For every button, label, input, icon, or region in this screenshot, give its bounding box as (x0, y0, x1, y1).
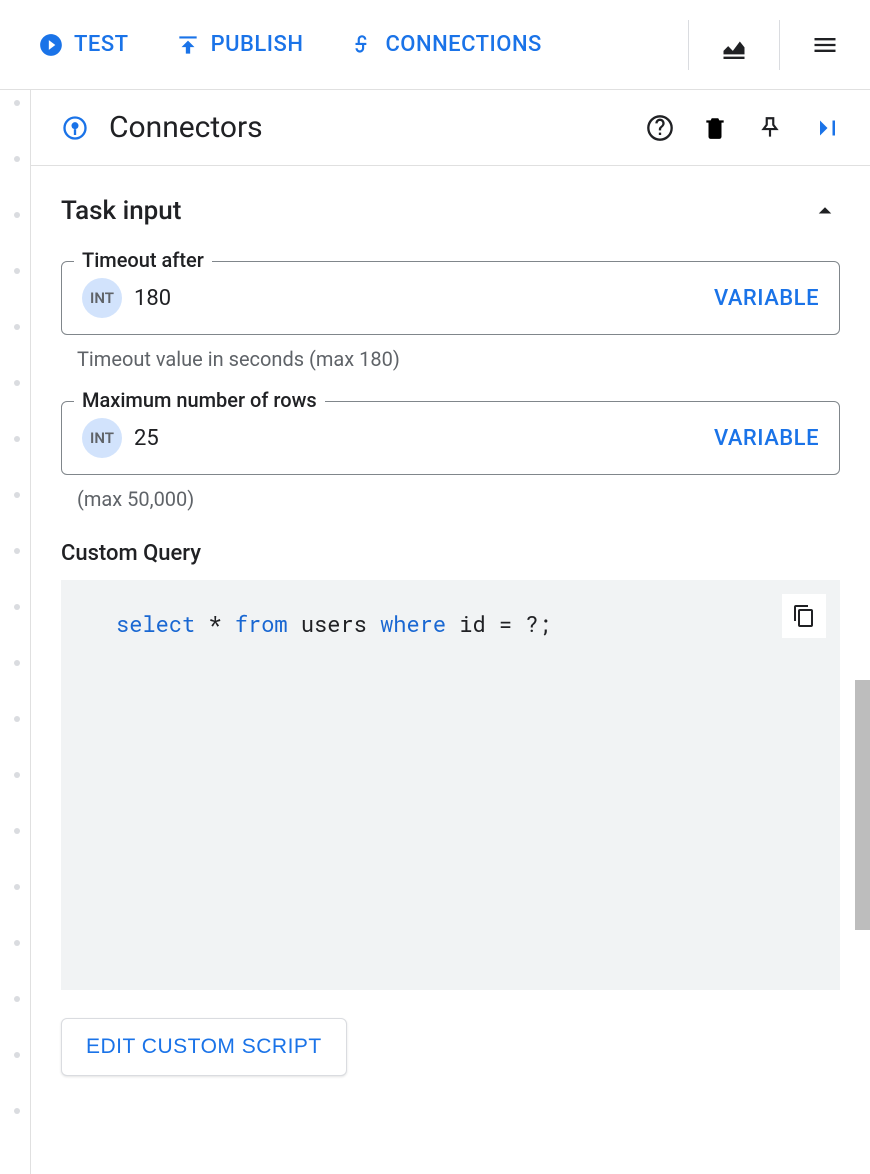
toolbar-divider (688, 20, 689, 70)
tok-col: id (459, 609, 485, 638)
chevron-up-icon (810, 196, 840, 226)
max-rows-label: Maximum number of rows (74, 388, 325, 412)
ruler (14, 100, 20, 1174)
copy-button[interactable] (782, 594, 826, 638)
task-input-section: Task input Timeout after INT VARIABLE Ti… (31, 166, 870, 1096)
panel-header: Connectors (31, 90, 870, 166)
connector-icon (61, 114, 89, 142)
panel-title: Connectors (109, 110, 625, 145)
max-rows-field: Maximum number of rows INT VARIABLE (61, 401, 840, 475)
pin-button[interactable] (755, 113, 785, 143)
connections-icon (349, 32, 375, 58)
delete-button[interactable] (700, 113, 730, 143)
toolbar-divider (779, 20, 780, 70)
test-label: TEST (74, 32, 129, 57)
kw-where: where (380, 609, 446, 638)
publish-label: PUBLISH (211, 32, 304, 57)
timeout-variable-link[interactable]: VARIABLE (714, 286, 819, 311)
collapse-button[interactable] (810, 113, 840, 143)
pin-icon (757, 115, 783, 141)
int-chip: INT (82, 418, 122, 458)
timeout-input[interactable] (134, 286, 702, 311)
help-button[interactable] (645, 113, 675, 143)
chart-button[interactable] (709, 20, 759, 70)
tok-rest: = ?; (486, 609, 552, 638)
trash-icon (702, 115, 728, 141)
kw-star: * (208, 609, 221, 638)
top-toolbar: TEST PUBLISH CONNECTIONS (0, 0, 870, 90)
upload-icon (175, 32, 201, 58)
copy-icon (792, 604, 816, 628)
connections-label: CONNECTIONS (385, 32, 541, 57)
max-rows-variable-link[interactable]: VARIABLE (714, 426, 819, 451)
menu-icon (811, 31, 839, 59)
tok-table: users (301, 609, 367, 638)
section-title: Task input (61, 196, 181, 226)
play-circle-icon (38, 32, 64, 58)
custom-query-code: select * from users where id = ?; (61, 580, 840, 990)
edit-custom-script-button[interactable]: EDIT CUSTOM SCRIPT (61, 1018, 347, 1076)
collapse-right-icon (810, 113, 840, 143)
kw-select: select (116, 609, 195, 638)
custom-query-label: Custom Query (61, 541, 840, 566)
help-icon (646, 114, 674, 142)
timeout-field: Timeout after INT VARIABLE (61, 261, 840, 335)
int-chip: INT (82, 278, 122, 318)
max-rows-hint: (max 50,000) (77, 487, 840, 511)
timeout-label: Timeout after (74, 248, 212, 272)
timeout-hint: Timeout value in seconds (max 180) (77, 347, 840, 371)
connections-button[interactable]: CONNECTIONS (331, 22, 559, 68)
publish-button[interactable]: PUBLISH (157, 22, 322, 68)
main-panel: Connectors Task input Timeout after INT (30, 90, 870, 1174)
scrollbar[interactable] (855, 680, 870, 930)
test-button[interactable]: TEST (20, 22, 147, 68)
menu-button[interactable] (800, 20, 850, 70)
section-header[interactable]: Task input (61, 196, 840, 226)
kw-from: from (235, 609, 288, 638)
chart-icon (720, 31, 748, 59)
max-rows-input[interactable] (134, 426, 702, 451)
